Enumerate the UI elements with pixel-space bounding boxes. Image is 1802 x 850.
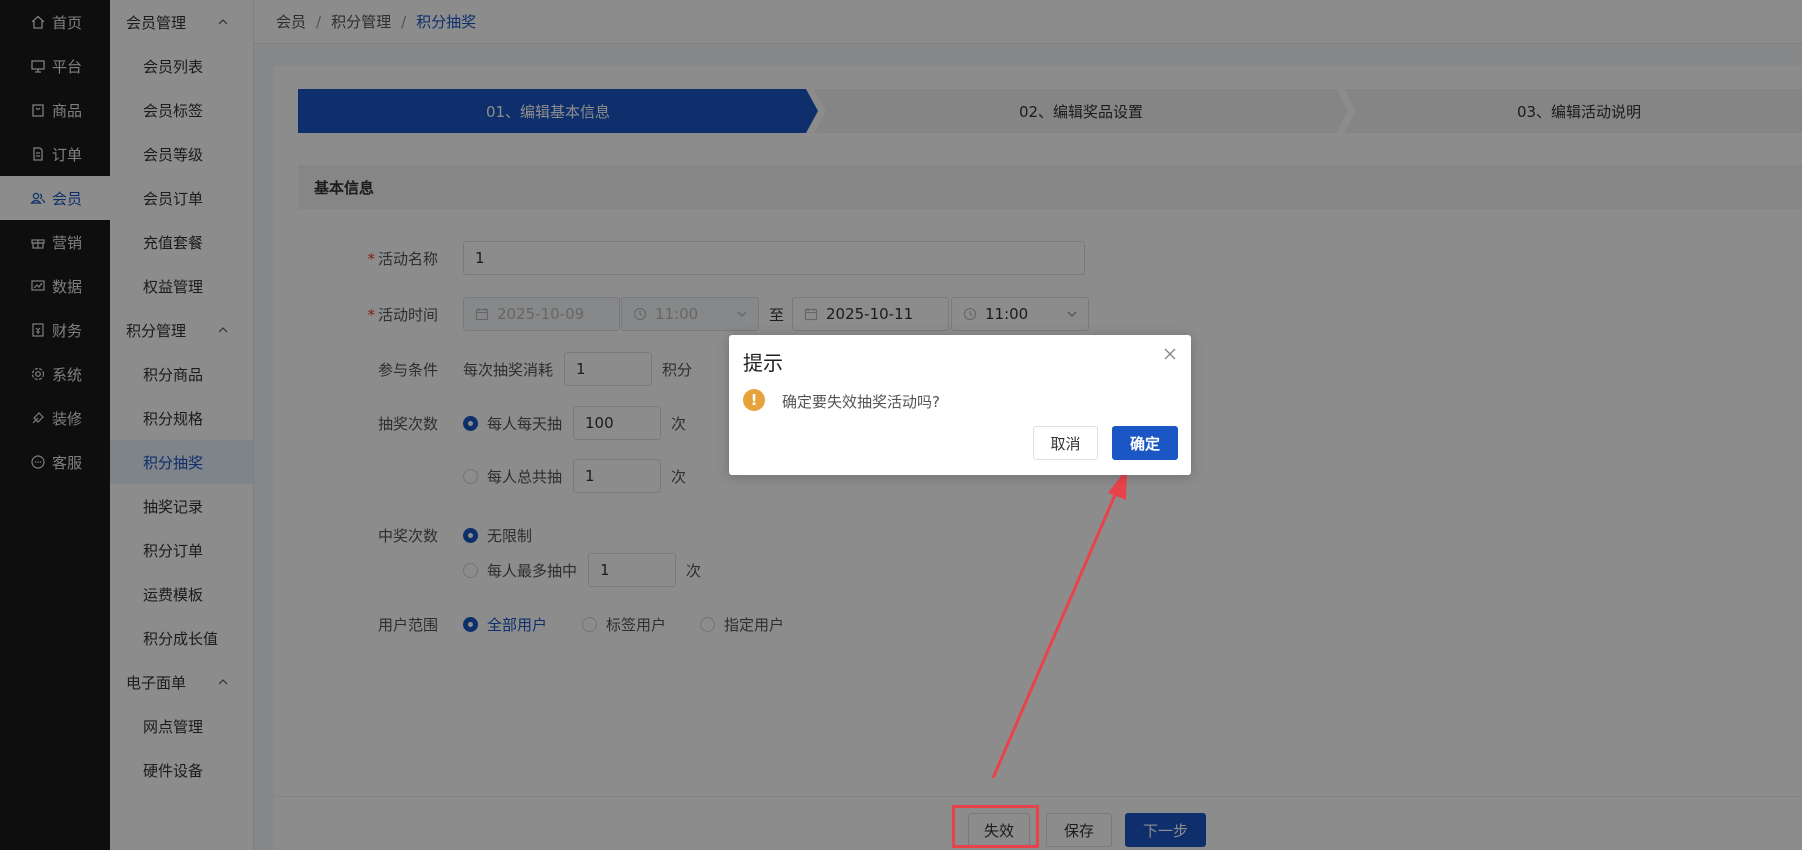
confirm-dialog: 提示 ! 确定要失效抽奖活动吗? 取消 确定	[729, 335, 1191, 475]
confirm-button[interactable]: 确定	[1112, 426, 1178, 460]
warning-icon: !	[743, 389, 765, 411]
close-icon[interactable]	[1161, 345, 1179, 363]
annotation-highlight-box	[952, 805, 1039, 848]
cancel-button[interactable]: 取消	[1033, 426, 1098, 460]
dialog-title: 提示	[743, 351, 783, 375]
dialog-message: 确定要失效抽奖活动吗?	[782, 393, 940, 411]
